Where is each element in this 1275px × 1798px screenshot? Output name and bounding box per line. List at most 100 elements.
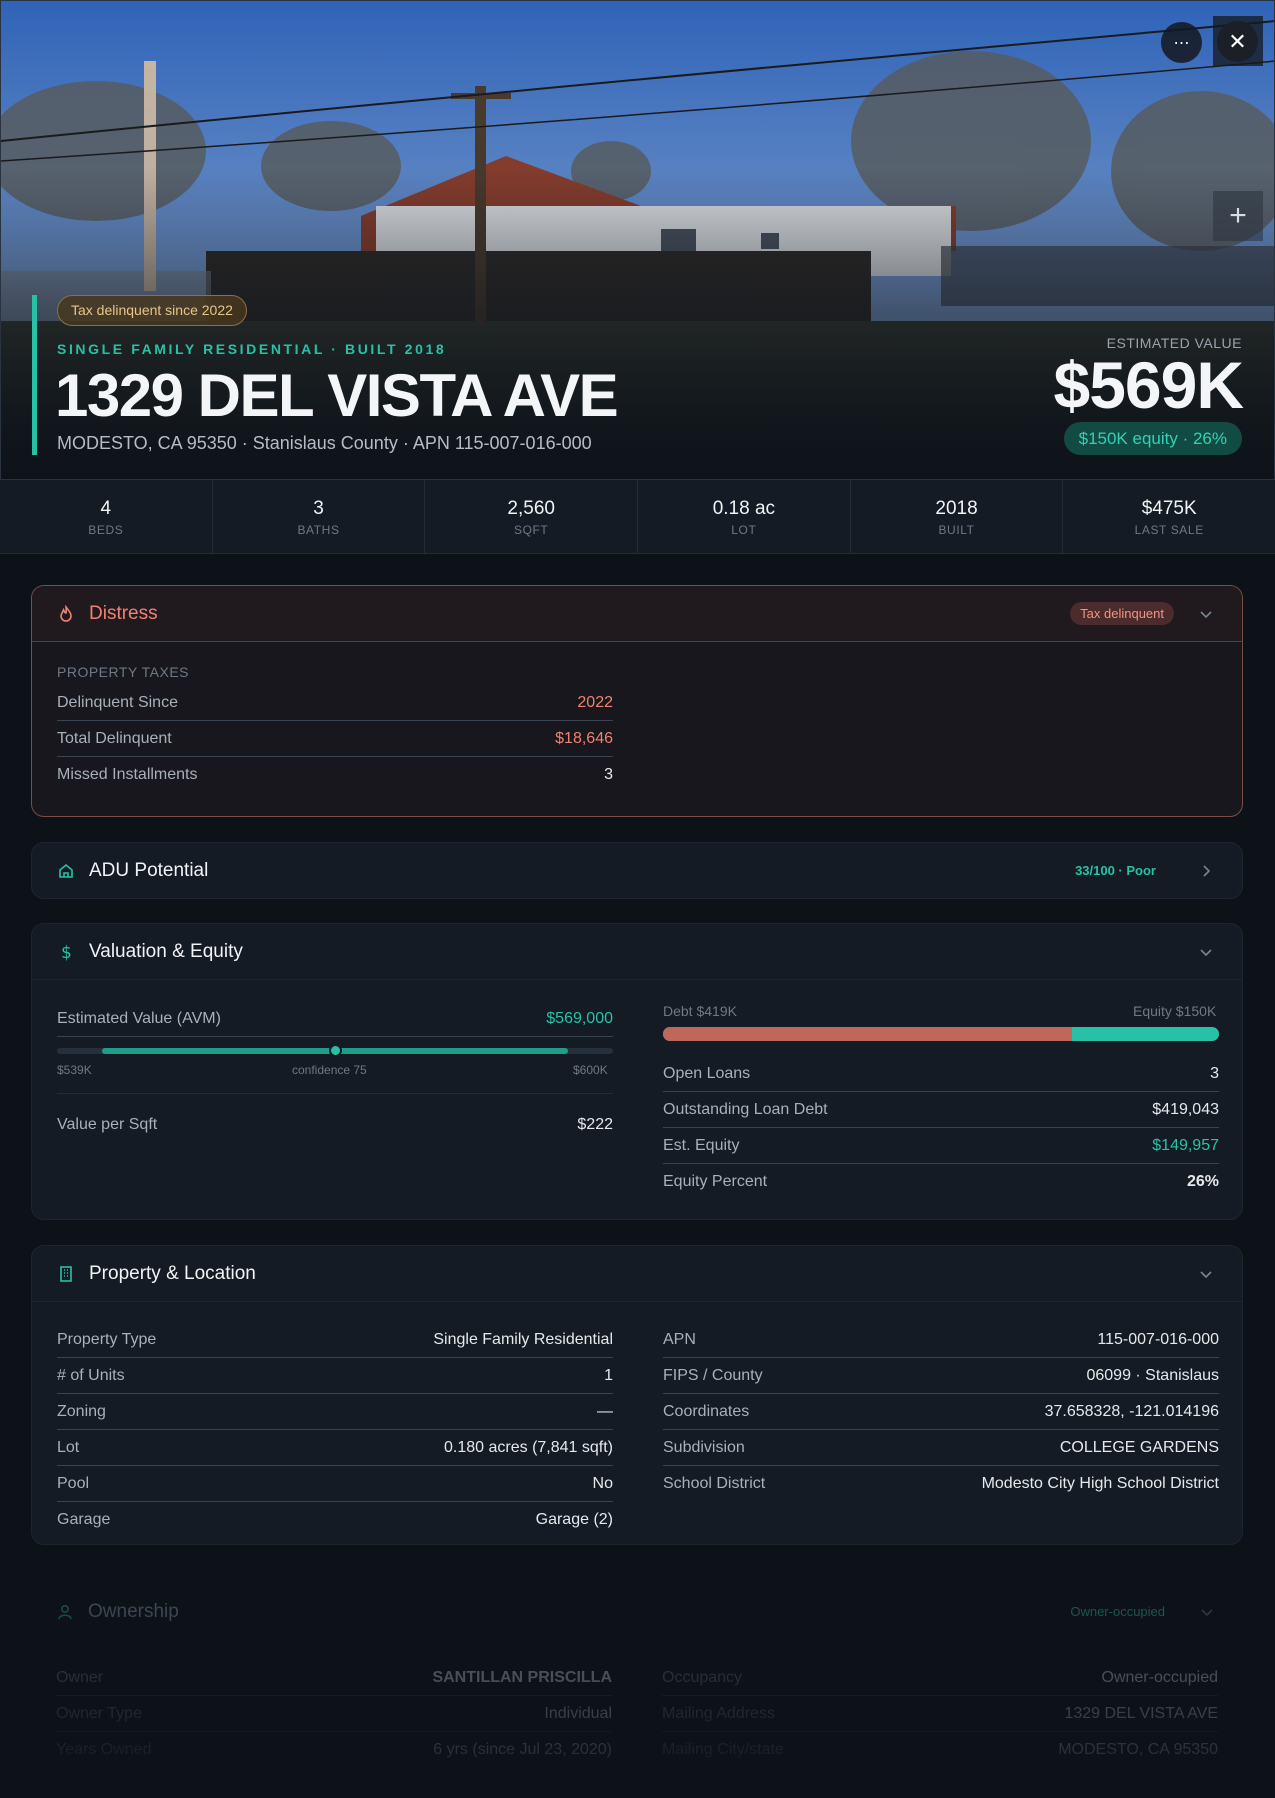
row-key: Occupancy: [662, 1668, 743, 1686]
row-value: 115-007-016-000: [1097, 1330, 1219, 1348]
row-value: MODESTO, CA 95350: [1058, 1741, 1218, 1758]
chevron-down-icon[interactable]: [1199, 1604, 1215, 1620]
plus-icon: +: [1229, 199, 1247, 232]
table-row: Equity Percent 26%: [663, 1164, 1219, 1200]
hero-accent-bar: [32, 295, 37, 455]
stat-sqft: 2,560 SQFT: [425, 480, 639, 553]
estimated-value: $569K: [1053, 348, 1244, 422]
row-key: Est. Equity: [663, 1136, 740, 1154]
table-row: Coordinates 37.658328, -121.014196: [663, 1394, 1219, 1430]
stat-value: 4: [100, 498, 112, 519]
row-value: 06099 · Stanislaus: [1086, 1366, 1219, 1384]
table-row: Owner SANTILLAN PRISCILLA: [56, 1660, 612, 1696]
row-value: —: [597, 1402, 613, 1420]
distress-title: Distress: [89, 602, 158, 624]
table-row: Delinquent Since 2022: [57, 685, 613, 721]
property-title: Property & Location: [89, 1262, 256, 1284]
adu-potential-panel[interactable]: ADU Potential 33/100 · Poor: [31, 842, 1243, 899]
chevron-right-icon[interactable]: [1198, 863, 1214, 879]
stat-label: BUILT: [938, 523, 975, 537]
building-icon: [57, 1265, 75, 1283]
row-key: Garage: [57, 1511, 111, 1528]
row-key: Missed Installments: [57, 766, 198, 783]
chevron-down-icon[interactable]: [1198, 944, 1214, 960]
row-value: 1: [604, 1366, 613, 1384]
row-value: SANTILLAN PRISCILLA: [432, 1668, 612, 1686]
property-location-panel: Property & Location Property Type Single …: [31, 1245, 1243, 1545]
close-button[interactable]: ✕: [1213, 16, 1263, 66]
adu-title: ADU Potential: [89, 860, 209, 881]
row-key: School District: [663, 1475, 766, 1492]
zoom-in-button[interactable]: +: [1213, 191, 1263, 241]
stat-baths: 3 BATHS: [213, 480, 426, 553]
stat-label: LOT: [731, 523, 757, 537]
ownership-panel: Ownership Owner-occupied Owner SANTILLAN …: [31, 1584, 1243, 1798]
table-row: Owner Type Individual: [56, 1696, 612, 1732]
table-row: Subdivision COLLEGE GARDENS: [663, 1430, 1219, 1466]
table-row: School District Modesto City High School …: [663, 1466, 1219, 1502]
stat-label: BEDS: [88, 523, 124, 537]
distress-header[interactable]: Distress Tax delinquent: [32, 586, 1242, 642]
row-key: Property Type: [57, 1330, 157, 1348]
row-value: 1329 DEL VISTA AVE: [1064, 1704, 1218, 1722]
valuation-header[interactable]: $ Valuation & Equity: [32, 924, 1242, 980]
avm-confidence: confidence 75: [292, 1063, 367, 1077]
row-key: Mailing Address: [662, 1704, 775, 1722]
avm-range-bar: [57, 1044, 613, 1057]
stats-bar: 4 BEDS 3 BATHS 2,560 SQFT 0.18 ac LOT 2018 BU…: [0, 480, 1275, 554]
more-options-button[interactable]: ⋯: [1161, 22, 1202, 63]
table-row: Years Owned 6 yrs (since Jul 23, 2020): [56, 1732, 612, 1768]
table-row: Zoning —: [57, 1394, 613, 1430]
row-key: Outstanding Loan Debt: [663, 1100, 828, 1118]
row-key: Estimated Value (AVM): [57, 1009, 221, 1027]
stat-value: 0.18 ac: [712, 498, 776, 519]
flame-icon: [57, 604, 75, 623]
row-key: Coordinates: [663, 1402, 750, 1420]
chevron-down-icon[interactable]: [1198, 1266, 1214, 1282]
stat-last-sale: $475K LAST SALE: [1063, 480, 1275, 553]
distress-panel: Distress Tax delinquent PROPERTY TAXES D…: [31, 585, 1243, 817]
row-key: # of Units: [57, 1366, 125, 1384]
row-key: Lot: [57, 1438, 80, 1456]
table-row: Mailing City/state MODESTO, CA 95350: [662, 1732, 1218, 1768]
row-value: $18,646: [555, 729, 613, 747]
row-key: FIPS / County: [663, 1366, 763, 1384]
row-key: APN: [663, 1330, 696, 1348]
svg-text:$: $: [61, 943, 72, 961]
adu-header[interactable]: ADU Potential 33/100 · Poor: [32, 843, 1242, 898]
row-key: Owner Type: [56, 1704, 142, 1722]
row-value: 3: [1210, 1064, 1219, 1082]
table-row: Open Loans 3: [663, 1056, 1219, 1092]
avm-estimate-marker: [329, 1044, 342, 1057]
divider: [57, 1093, 613, 1094]
row-value: Individual: [544, 1704, 612, 1722]
debt-fill: [663, 1027, 1073, 1041]
per-sqft-row: Value per Sqft $222: [57, 1107, 613, 1143]
row-key: Mailing City/state: [662, 1741, 784, 1758]
table-row: FIPS / County 06099 · Stanislaus: [663, 1358, 1219, 1394]
property-subaddress: MODESTO, CA 95350 · Stanislaus County · …: [57, 433, 592, 453]
property-taxes-label: PROPERTY TAXES: [57, 664, 190, 680]
row-value: 0.180 acres (7,841 sqft): [444, 1438, 613, 1456]
avm-row: Estimated Value (AVM) $569,000: [57, 1001, 613, 1037]
equity-label: Equity $150K: [1133, 1003, 1217, 1019]
stat-label: LAST SALE: [1134, 523, 1204, 537]
row-key: Equity Percent: [663, 1173, 768, 1190]
adu-score: 33/100 · Poor: [1075, 863, 1156, 878]
row-value: 37.658328, -121.014196: [1044, 1402, 1219, 1420]
table-row: APN 115-007-016-000: [663, 1322, 1219, 1358]
table-row: Total Delinquent $18,646: [57, 721, 613, 757]
ownership-header[interactable]: Ownership Owner-occupied: [31, 1584, 1243, 1640]
stat-value: 3: [313, 498, 324, 519]
table-row: Occupancy Owner-occupied: [662, 1660, 1218, 1696]
row-value: Garage (2): [535, 1511, 613, 1528]
table-row: Lot 0.180 acres (7,841 sqft): [57, 1430, 613, 1466]
user-icon: [56, 1603, 74, 1621]
row-key: Owner: [56, 1668, 104, 1686]
chevron-down-icon[interactable]: [1198, 606, 1214, 622]
more-icon: ⋯: [1173, 34, 1190, 52]
table-row: Mailing Address 1329 DEL VISTA AVE: [662, 1696, 1218, 1732]
valuation-panel: $ Valuation & Equity Estimated Value (AV…: [31, 923, 1243, 1220]
property-header[interactable]: Property & Location: [32, 1246, 1242, 1302]
home-icon: [57, 862, 75, 880]
